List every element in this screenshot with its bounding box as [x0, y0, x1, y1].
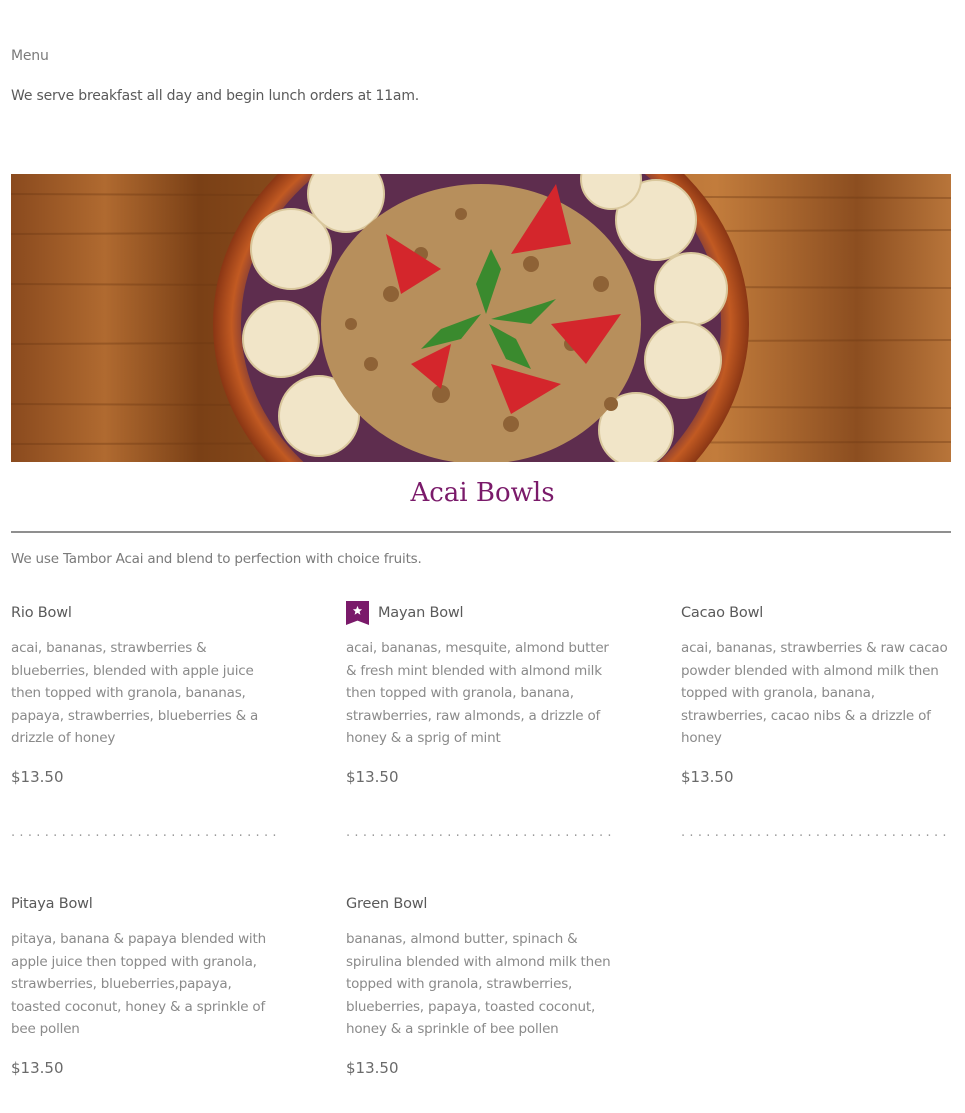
menu-item: Rio Bowl acai, bananas, strawberries & b…: [11, 601, 281, 786]
item-price: $13.50: [681, 767, 734, 786]
menu-item: Pitaya Bowl pitaya, banana & papaya blen…: [11, 892, 281, 1077]
dotted-divider: ........................................…: [11, 825, 281, 839]
dotted-divider: ........................................…: [346, 825, 616, 839]
section-divider: [11, 531, 951, 533]
item-name: Rio Bowl: [11, 605, 72, 621]
item-name: Green Bowl: [346, 896, 428, 912]
section-title: Acai Bowls: [410, 478, 555, 508]
item-description: acai, bananas, mesquite, almond butter &…: [346, 640, 609, 746]
section-subtitle: We use Tambor Acai and blend to perfecti…: [11, 551, 422, 567]
item-price: $13.50: [11, 767, 64, 786]
item-price: $13.50: [346, 767, 399, 786]
menu-item: Mayan Bowl acai, bananas, mesquite, almo…: [346, 601, 616, 786]
item-name: Pitaya Bowl: [11, 896, 93, 912]
item-description: acai, bananas, strawberries & blueberrie…: [11, 640, 259, 746]
item-name: Cacao Bowl: [681, 605, 764, 621]
star-ribbon-icon: [346, 601, 369, 625]
menu-item: Cacao Bowl acai, bananas, strawberries &…: [681, 601, 951, 786]
dotted-divider: ........................................…: [681, 825, 951, 839]
intro-text: We serve breakfast all day and begin lun…: [11, 88, 420, 104]
hero-image: [11, 174, 951, 462]
item-description: bananas, almond butter, spinach & spirul…: [346, 931, 611, 1037]
menu-label: Menu: [11, 48, 49, 64]
item-price: $13.50: [346, 1058, 399, 1077]
item-price: $13.50: [11, 1058, 64, 1077]
item-description: pitaya, banana & papaya blended with app…: [11, 931, 266, 1037]
item-description: acai, bananas, strawberries & raw cacao …: [681, 640, 948, 746]
item-name-row: Mayan Bowl: [346, 601, 616, 625]
menu-item: Green Bowl bananas, almond butter, spina…: [346, 892, 616, 1077]
item-name: Mayan Bowl: [378, 605, 464, 621]
